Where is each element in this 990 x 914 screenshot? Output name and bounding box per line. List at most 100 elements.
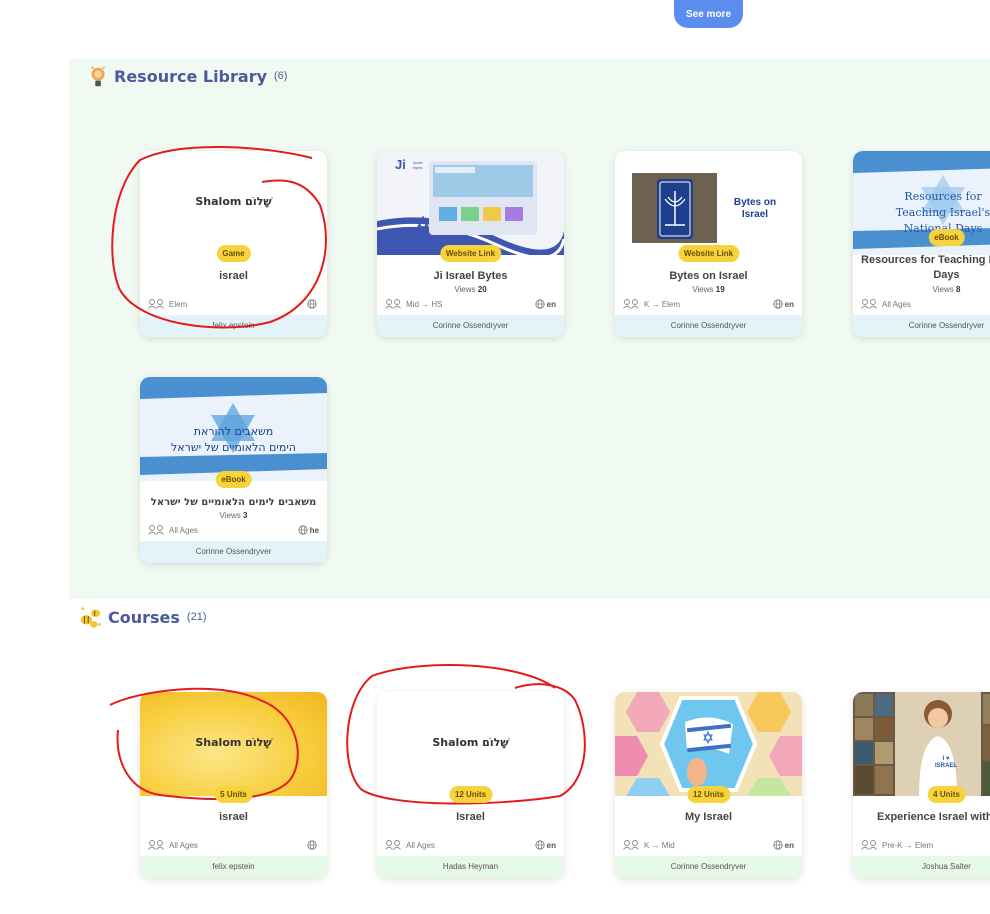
card-views: Views 19 <box>692 285 725 294</box>
see-more-button[interactable]: See more <box>674 0 743 28</box>
grade-label: All Ages <box>882 299 911 309</box>
language: en <box>773 299 794 309</box>
shirt-text: I ♥ ISRAEL <box>934 756 957 769</box>
card-title: Ji Israel Bytes <box>433 270 508 282</box>
type-badge: Website Link <box>439 245 502 262</box>
language-label: en <box>546 840 556 850</box>
grade-label: All Ages <box>169 840 198 850</box>
students-icon <box>623 299 639 309</box>
language-label: en <box>784 299 794 309</box>
units-badge: 5 Units <box>214 786 253 803</box>
card-author[interactable]: Corinne Ossendryver <box>615 856 802 878</box>
card-thumbnail: Ji Israel bytes <box>377 151 564 255</box>
card-author[interactable]: Joshua Salter <box>853 856 990 878</box>
courses-count: (21) <box>186 611 207 623</box>
views-count: 3 <box>242 511 248 520</box>
card-author[interactable]: Hadas Heyman <box>377 856 564 878</box>
globe-icon <box>535 299 545 309</box>
card-thumbnail <box>615 692 802 796</box>
card-author[interactable]: felix epstein <box>140 856 327 878</box>
grade-label: K → Mid <box>644 840 675 850</box>
grade-range: Mid → HS <box>385 299 442 309</box>
card-thumb-text: Shalom שָׁלוֹם <box>432 736 509 749</box>
course-card-israel-hadas[interactable]: Shalom שָׁלוֹם 12 Units Israel All Ages … <box>377 692 564 878</box>
grade-range: Pre-K → Elem <box>861 840 933 850</box>
card-title: Resources for Teaching National Days <box>861 254 990 281</box>
card-meta: All Ages en <box>385 838 556 852</box>
card-meta: K → Mid en <box>623 838 794 852</box>
language-label: en <box>784 840 794 850</box>
grade-range: All Ages <box>861 299 911 309</box>
card-title: My Israel <box>684 811 733 823</box>
card-meta: All Ages <box>148 838 319 852</box>
students-icon <box>148 299 164 309</box>
resource-card-bytes-on-israel[interactable]: Bytes on Israel Website Link Bytes on Is… <box>615 151 802 337</box>
resource-library-count: (6) <box>274 70 288 82</box>
hexagon-flag-image <box>615 692 802 796</box>
students-icon <box>623 840 639 850</box>
card-author[interactable]: felix epstein <box>140 315 327 337</box>
card-views: Views 3 <box>219 511 248 520</box>
language: en <box>535 299 556 309</box>
type-badge: eBook <box>928 229 965 246</box>
page: See more Resource Library (6) Shalom שָׁ… <box>0 0 990 914</box>
card-meta: All Ages <box>861 297 990 311</box>
students-icon <box>148 525 164 535</box>
grade-range: K → Elem <box>623 299 680 309</box>
students-icon <box>385 840 401 850</box>
card-title: israel <box>219 270 248 282</box>
language: en <box>535 840 556 850</box>
language <box>307 299 319 309</box>
type-badge: Game <box>216 245 251 262</box>
grade-label: K → Elem <box>644 299 681 309</box>
card-title: משאבים לימים הלאומיים של ישראל <box>150 497 317 508</box>
course-card-experience-israel[interactable]: I ♥ ISRAEL 4 Units Experience Israel wit… <box>853 692 990 878</box>
resource-library-header: Resource Library (6) <box>88 63 287 89</box>
globe-icon <box>773 840 783 850</box>
globe-icon <box>535 840 545 850</box>
lightbulb-icon <box>91 66 106 87</box>
course-card-my-israel[interactable]: 12 Units My Israel K → Mid en Corinne Os… <box>615 692 802 878</box>
card-author[interactable]: Corinne Ossendryver <box>853 315 990 337</box>
language: en <box>773 840 794 850</box>
card-meta: K → Elem en <box>623 297 794 311</box>
language <box>307 840 319 850</box>
views-count: 20 <box>477 285 487 294</box>
resource-card-israel-game[interactable]: Shalom שָׁלוֹם Game israel Elem felix ep… <box>140 151 327 337</box>
thumb-title: Bytes on Israel <box>733 197 777 220</box>
grade-range: K → Mid <box>623 840 675 850</box>
card-thumbnail: משאבים להוראת הימים הלאומיים של ישראל <box>140 377 327 481</box>
card-views: Views 8 <box>932 285 961 294</box>
units-badge: 4 Units <box>927 786 966 803</box>
grade-label: Pre-K → Elem <box>882 840 934 850</box>
card-thumbnail: Bytes on Israel <box>615 151 802 255</box>
card-author[interactable]: Corinne Ossendryver <box>377 315 564 337</box>
views-count: 8 <box>955 285 961 294</box>
courses-header: Courses (21) <box>78 604 206 630</box>
course-card-israel-felix[interactable]: Shalom שָׁלוֹם 5 Units israel All Ages f… <box>140 692 327 878</box>
ji-logo: Ji <box>395 157 406 172</box>
students-icon <box>861 299 877 309</box>
resource-card-resources-national-days[interactable]: Resources for Teaching Israel's National… <box>853 151 990 337</box>
ji-logo-sub: Israel bytes <box>413 160 423 170</box>
card-thumbnail: Shalom שָׁלוֹם <box>140 151 327 255</box>
globe-icon <box>307 840 317 850</box>
resource-card-ji-israel-bytes[interactable]: Ji Israel bytes Website Link Ji Israel B… <box>377 151 564 337</box>
card-meta: All Ages he <box>148 523 319 537</box>
globe-icon <box>298 525 308 535</box>
bees-icon <box>80 607 101 628</box>
card-thumb-text: Shalom שָׁלוֹם <box>195 736 272 749</box>
resource-library-title: Resource Library <box>114 66 268 86</box>
grade-range: All Ages <box>385 840 435 850</box>
photo-collage-image <box>853 692 990 796</box>
resource-card-hebrew-national-days[interactable]: משאבים להוראת הימים הלאומיים של ישראל eB… <box>140 377 327 563</box>
card-author[interactable]: Corinne Ossendryver <box>615 315 802 337</box>
card-author[interactable]: Corinne Ossendryver <box>140 541 327 563</box>
card-title: Bytes on Israel <box>669 270 748 282</box>
globe-icon <box>773 299 783 309</box>
students-icon <box>148 840 164 850</box>
language-label: he <box>309 525 319 535</box>
card-title: Experience Israel with <box>877 811 990 823</box>
card-thumbnail: Resources for Teaching Israel's National… <box>853 151 990 255</box>
grade-range: All Ages <box>148 525 198 535</box>
